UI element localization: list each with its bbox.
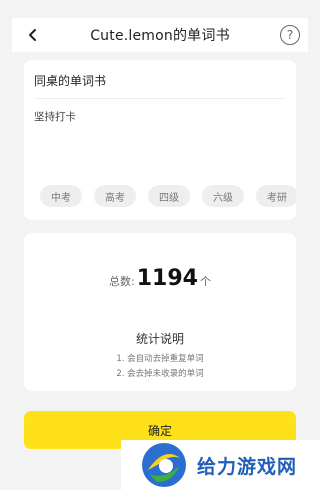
divider [34, 98, 286, 99]
page-title: Cute.lemon的单词书 [90, 28, 230, 44]
total-label: 总数: [109, 275, 135, 288]
total-count: 总数: 1194 个 [24, 266, 296, 291]
book-description-field[interactable]: 坚持打卡 [34, 109, 76, 124]
total-value: 1194 [136, 266, 198, 291]
tag-cet6[interactable]: 六级 [202, 185, 244, 207]
book-name-field[interactable]: 同桌的单词书 [34, 72, 106, 89]
tag-cet4[interactable]: 四级 [148, 185, 190, 207]
header-bar: Cute.lemon的单词书 ? [12, 18, 308, 52]
tag-list: 中考 高考 四级 六级 考研 [40, 185, 296, 207]
watermark-logo-icon [142, 443, 186, 487]
tag-kaoyan[interactable]: 考研 [256, 185, 296, 207]
stats-card: 总数: 1194 个 统计说明 1. 会自动去掉重复单词 2. 会去掉未收录的单… [24, 233, 296, 391]
stats-explain-title: 统计说明 [135, 332, 184, 346]
book-info-card: 同桌的单词书 坚持打卡 中考 高考 四级 六级 考研 [24, 60, 296, 220]
watermark-text: 给力游戏网 [197, 455, 298, 478]
tag-zhongkao[interactable]: 中考 [40, 185, 82, 207]
help-button[interactable]: ? [280, 25, 300, 45]
stats-note: 2. 会去掉未收录的单词 [116, 369, 204, 379]
back-button[interactable] [22, 24, 44, 46]
watermark: 给力游戏网 [121, 440, 320, 490]
tag-gaokao[interactable]: 高考 [94, 185, 136, 207]
chevron-left-icon [29, 29, 36, 41]
stats-note: 1. 会自动去掉重复单词 [116, 354, 204, 364]
total-unit: 个 [199, 275, 211, 288]
question-icon: ? [286, 28, 294, 42]
